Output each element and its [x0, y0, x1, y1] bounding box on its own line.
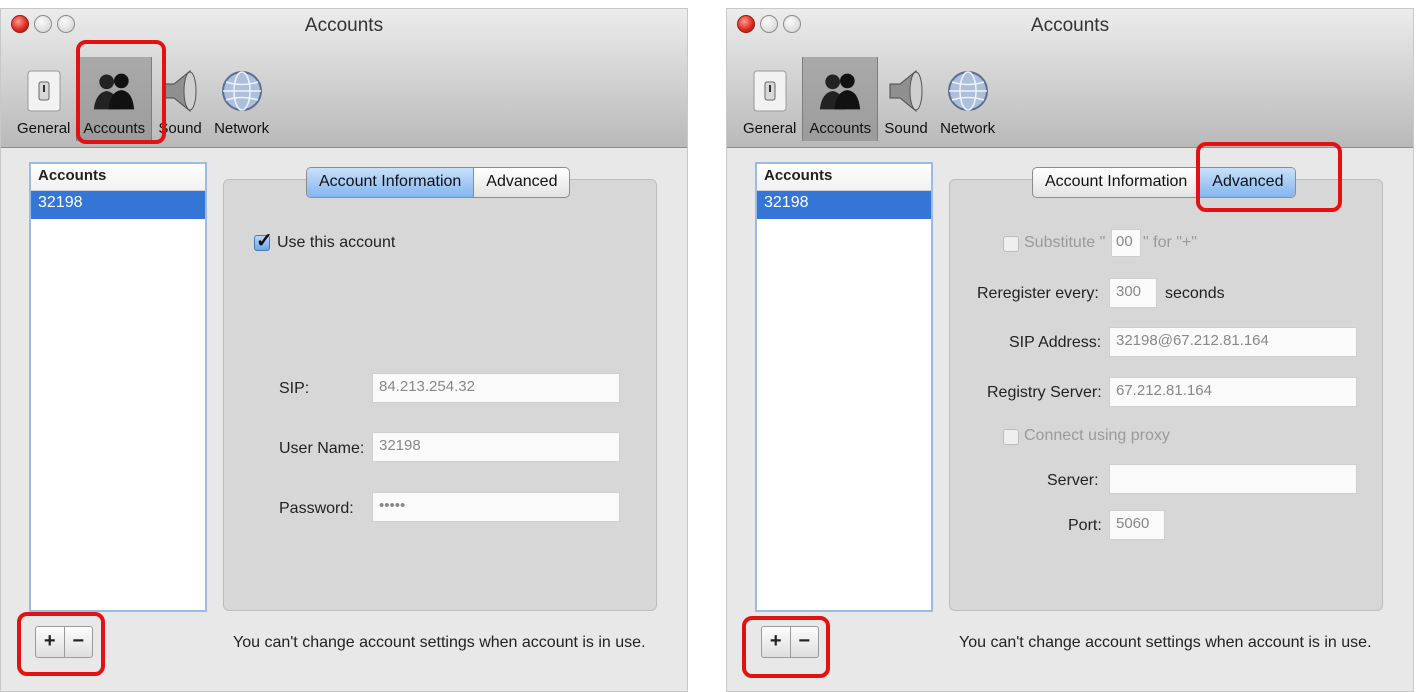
accounts-list[interactable]: Accounts 32198	[29, 162, 207, 612]
accounts-window-right: Accounts General Accounts Sound Network …	[726, 8, 1414, 692]
speaker-icon	[158, 66, 202, 116]
proxy-label: Connect using proxy	[1024, 427, 1170, 444]
substitute-prefix: Substitute "	[1024, 234, 1106, 251]
tab-advanced[interactable]: Advanced	[1199, 168, 1296, 197]
toolbar-general-label: General	[17, 120, 71, 137]
toolbar-network-label: Network	[940, 120, 996, 137]
registry-server-field[interactable]: 67.212.81.164	[1109, 377, 1357, 407]
accounts-people-icon	[818, 66, 862, 116]
sip-address-label: SIP Address:	[1009, 334, 1102, 351]
footer-note: You can't change account settings when a…	[959, 634, 1372, 651]
remove-account-button[interactable]: −	[63, 627, 93, 657]
port-label: Port:	[1068, 517, 1102, 534]
window-title: Accounts	[304, 15, 384, 36]
username-field[interactable]: 32198	[372, 432, 620, 462]
add-remove-buttons: + −	[35, 626, 93, 658]
checkmark-icon: ✓	[256, 230, 273, 252]
preferences-toolbar: General Accounts Sound Network	[737, 57, 1001, 141]
accounts-window-left: Accounts General Accounts Sound Network …	[0, 8, 688, 692]
substitute-field[interactable]: 00	[1111, 229, 1141, 257]
tab-account-information[interactable]: Account Information	[1033, 168, 1199, 197]
toolbar-network[interactable]: Network	[208, 57, 275, 141]
substitute-suffix: " for "+"	[1143, 234, 1197, 251]
toolbar-general[interactable]: General	[737, 57, 802, 141]
tab-account-information[interactable]: Account Information	[307, 168, 474, 197]
general-switch-icon	[22, 66, 66, 116]
toolbar-sound-label: Sound	[884, 120, 928, 137]
password-label: Password:	[279, 500, 354, 517]
toolbar-general[interactable]: General	[11, 57, 76, 141]
window-title: Accounts	[1030, 15, 1110, 36]
accounts-list[interactable]: Accounts 32198	[755, 162, 933, 612]
use-account-checkbox[interactable]: ✓	[254, 230, 273, 252]
toolbar-accounts[interactable]: Accounts	[802, 57, 879, 141]
toolbar-accounts-label: Accounts	[809, 120, 872, 137]
settings-tabs: Account Information Advanced	[306, 167, 571, 198]
reregister-label: Reregister every:	[977, 285, 1099, 302]
toolbar-accounts-label: Accounts	[83, 120, 146, 137]
titlebar: Accounts General Accounts Sound Network	[1, 9, 687, 148]
remove-account-button[interactable]: −	[789, 627, 819, 657]
add-remove-buttons: + −	[761, 626, 819, 658]
toolbar-sound-label: Sound	[158, 120, 202, 137]
registry-server-label: Registry Server:	[987, 384, 1102, 401]
substitute-checkbox[interactable]	[1003, 236, 1019, 252]
accounts-people-icon	[92, 66, 136, 116]
toolbar-network[interactable]: Network	[934, 57, 1001, 141]
list-item[interactable]: 32198	[757, 191, 931, 219]
port-field[interactable]: 5060	[1109, 510, 1165, 540]
globe-icon	[946, 66, 990, 116]
reregister-field[interactable]: 300	[1109, 278, 1157, 308]
titlebar: Accounts General Accounts Sound Network	[727, 9, 1413, 148]
server-label: Server:	[1047, 472, 1099, 489]
reregister-unit: seconds	[1165, 285, 1225, 302]
add-account-button[interactable]: +	[36, 627, 64, 657]
add-account-button[interactable]: +	[762, 627, 790, 657]
toolbar-sound[interactable]: Sound	[152, 57, 208, 141]
general-switch-icon	[748, 66, 792, 116]
toolbar-accounts[interactable]: Accounts	[76, 57, 153, 141]
globe-icon	[220, 66, 264, 116]
toolbar-general-label: General	[743, 120, 797, 137]
tab-advanced[interactable]: Advanced	[473, 168, 569, 197]
list-item[interactable]: 32198	[31, 191, 205, 219]
accounts-list-header: Accounts	[757, 164, 931, 191]
preferences-toolbar: General Accounts Sound Network	[11, 57, 275, 141]
speaker-icon	[884, 66, 928, 116]
username-label: User Name:	[279, 440, 365, 457]
footer-note: You can't change account settings when a…	[233, 634, 646, 651]
toolbar-sound[interactable]: Sound	[878, 57, 934, 141]
proxy-checkbox[interactable]	[1003, 429, 1019, 445]
toolbar-network-label: Network	[214, 120, 270, 137]
accounts-list-header: Accounts	[31, 164, 205, 191]
password-field[interactable]: •••••	[372, 492, 620, 522]
use-account-label: Use this account	[277, 234, 396, 251]
sip-field[interactable]: 84.213.254.32	[372, 373, 620, 403]
sip-label: SIP:	[279, 380, 310, 397]
server-field[interactable]	[1109, 464, 1357, 494]
settings-tabs: Account Information Advanced	[1032, 167, 1297, 198]
sip-address-field[interactable]: 32198@67.212.81.164	[1109, 327, 1357, 357]
